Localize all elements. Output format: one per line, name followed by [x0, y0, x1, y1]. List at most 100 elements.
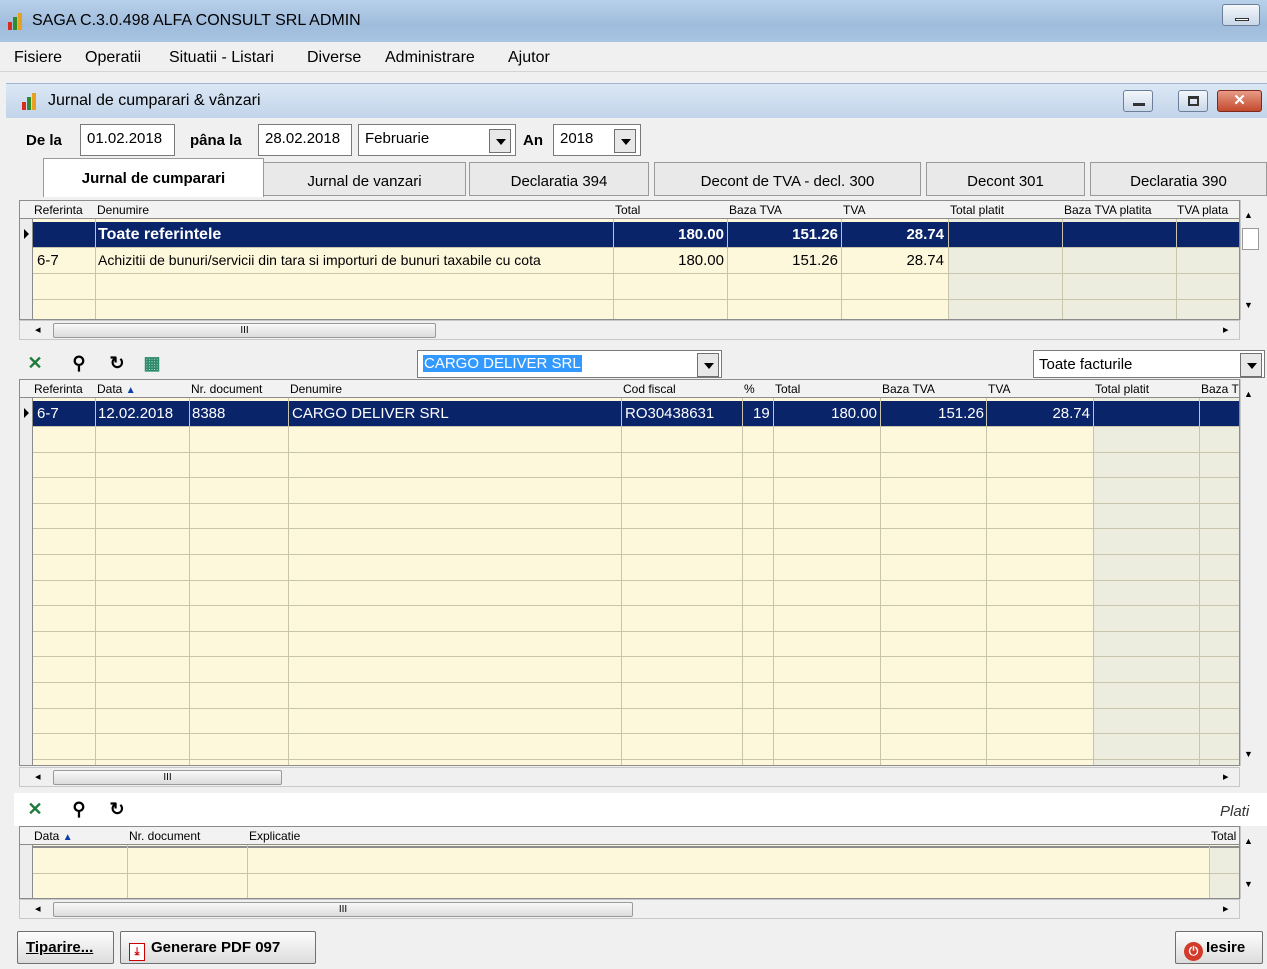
table-row[interactable]: [20, 683, 1239, 709]
binoculars-icon[interactable]: ⚲: [68, 352, 90, 374]
table-row[interactable]: [20, 657, 1239, 683]
menu-bar: Fisiere Operatii Situatii - Listari Dive…: [0, 43, 1267, 72]
table-row[interactable]: [20, 503, 1239, 530]
summary-vertical-scrollbar[interactable]: ▲ ▼: [1240, 200, 1260, 320]
col-denumire[interactable]: Denumire: [97, 203, 149, 217]
tab-declaratia-390[interactable]: Declaratia 390: [1090, 162, 1267, 196]
table-row[interactable]: [20, 734, 1239, 760]
col-total[interactable]: Total: [775, 382, 800, 396]
table-row[interactable]: [20, 848, 1239, 874]
row-ref: 6-7: [37, 252, 59, 269]
scroll-thumb[interactable]: III: [53, 902, 633, 917]
chevron-down-icon[interactable]: [1240, 353, 1262, 377]
col-tva[interactable]: TVA: [843, 203, 865, 217]
chevron-down-icon[interactable]: [614, 129, 636, 153]
tab-jurnal-vanzari[interactable]: Jurnal de vanzari: [263, 162, 466, 196]
tab-decont-301[interactable]: Decont 301: [926, 162, 1085, 196]
excel-export-icon[interactable]: ✕: [24, 352, 46, 374]
tab-jurnal-cumparari[interactable]: Jurnal de cumparari: [43, 158, 264, 197]
chevron-down-icon[interactable]: [489, 129, 511, 153]
col-total-platit[interactable]: Total platit: [950, 203, 1004, 217]
payments-vertical-scrollbar[interactable]: ▲ ▼: [1240, 826, 1260, 899]
binoculars-icon[interactable]: ⚲: [68, 798, 90, 820]
table-row[interactable]: 6-7 Achizitii de bunuri/servicii din tar…: [20, 248, 1239, 274]
table-row[interactable]: 6-7 12.02.2018 8388 CARGO DELIVER SRL RO…: [20, 401, 1239, 427]
row-tva: 28.74: [906, 252, 944, 269]
table-row[interactable]: [20, 555, 1239, 581]
summary-horizontal-scrollbar[interactable]: ◂ III ▸: [19, 320, 1240, 340]
col-procent[interactable]: %: [744, 382, 755, 396]
row-cif: RO30438631: [625, 405, 715, 422]
menu-situatii-listari[interactable]: Situatii - Listari: [169, 49, 274, 67]
col-cod-fiscal[interactable]: Cod fiscal: [623, 382, 676, 396]
col-total[interactable]: Total: [1211, 829, 1236, 843]
col-baza-tva-platita[interactable]: Baza T: [1201, 382, 1239, 396]
payments-toolbar: [14, 793, 1267, 826]
refresh-icon[interactable]: ↻: [106, 798, 128, 820]
table-row[interactable]: [20, 478, 1239, 504]
pdf-icon: ⤓: [129, 943, 145, 961]
summary-grid[interactable]: Referinta Denumire Total Baza TVA TVA To…: [19, 200, 1240, 320]
tab-declaratia-394[interactable]: Declaratia 394: [469, 162, 649, 196]
col-baza-tva-platita[interactable]: Baza TVA platita: [1064, 203, 1152, 217]
table-row[interactable]: [20, 274, 1239, 300]
col-nr-document[interactable]: Nr. document: [191, 382, 262, 396]
partner-select[interactable]: CARGO DELIVER SRL: [417, 350, 722, 378]
col-referinta[interactable]: Referinta: [34, 382, 83, 396]
payments-horizontal-scrollbar[interactable]: ◂ III ▸: [19, 899, 1240, 919]
col-denumire[interactable]: Denumire: [290, 382, 342, 396]
to-date-field[interactable]: 28.02.2018: [258, 124, 352, 156]
chevron-down-icon[interactable]: [697, 353, 719, 377]
menu-fisiere[interactable]: Fisiere: [14, 49, 62, 67]
col-data[interactable]: Data ▲: [97, 382, 136, 396]
year-select[interactable]: 2018: [553, 124, 641, 156]
scroll-thumb[interactable]: III: [53, 770, 282, 785]
scroll-thumb[interactable]: III: [53, 323, 436, 338]
row-tva: 28.74: [1052, 405, 1090, 422]
month-select[interactable]: Februarie: [358, 124, 516, 156]
table-row[interactable]: [20, 606, 1239, 632]
payments-grid[interactable]: Data ▲ Nr. document Explicatie Total: [19, 826, 1240, 899]
detail-vertical-scrollbar[interactable]: ▲ ▼: [1240, 379, 1260, 766]
to-label: pâna la: [190, 132, 242, 149]
col-baza-tva[interactable]: Baza TVA: [729, 203, 782, 217]
col-baza-tva[interactable]: Baza TVA: [882, 382, 935, 396]
table-row[interactable]: [20, 631, 1239, 658]
minimize-app-button[interactable]: [1222, 4, 1260, 26]
col-total-platit[interactable]: Total platit: [1095, 382, 1149, 396]
table-row[interactable]: Toate referintele 180.00 151.26 28.74: [20, 222, 1239, 248]
table-row[interactable]: [20, 427, 1239, 453]
invoice-filter-select[interactable]: Toate facturile: [1033, 350, 1265, 378]
menu-administrare[interactable]: Administrare: [385, 49, 475, 67]
generate-pdf-button[interactable]: ⤓ Generare PDF 097: [120, 931, 316, 964]
from-date-field[interactable]: 01.02.2018: [80, 124, 175, 156]
menu-ajutor[interactable]: Ajutor: [508, 49, 550, 67]
table-row[interactable]: [20, 708, 1239, 735]
col-nr-document[interactable]: Nr. document: [129, 829, 200, 843]
col-data[interactable]: Data ▲: [34, 829, 73, 843]
table-row[interactable]: [20, 529, 1239, 555]
close-icon[interactable]: ✕: [1217, 90, 1262, 112]
col-tva[interactable]: TVA: [988, 382, 1010, 396]
tab-decont-tva-300[interactable]: Decont de TVA - decl. 300: [654, 162, 921, 196]
restore-icon[interactable]: [1178, 90, 1208, 112]
col-referinta[interactable]: Referinta: [34, 203, 83, 217]
app-titlebar: SAGA C.3.0.498 ALFA CONSULT SRL ADMIN: [0, 0, 1267, 42]
col-total[interactable]: Total: [615, 203, 640, 217]
row-total: 180.00: [831, 405, 877, 422]
table-row[interactable]: [20, 580, 1239, 607]
table-row[interactable]: [20, 452, 1239, 479]
print-button[interactable]: Tiparire...: [17, 931, 114, 964]
col-explicatie[interactable]: Explicatie: [249, 829, 300, 843]
excel-export-icon[interactable]: ✕: [24, 798, 46, 820]
table-row[interactable]: [20, 759, 1239, 765]
exit-button[interactable]: ⏻ Iesire: [1175, 931, 1263, 964]
calculator-icon[interactable]: ▦: [141, 352, 163, 374]
menu-diverse[interactable]: Diverse: [307, 49, 361, 67]
detail-grid[interactable]: Referinta Data ▲ Nr. document Denumire C…: [19, 379, 1240, 766]
detail-horizontal-scrollbar[interactable]: ◂ III ▸: [19, 767, 1240, 787]
refresh-icon[interactable]: ↻: [106, 352, 128, 374]
col-tva-plata[interactable]: TVA plata: [1177, 203, 1228, 217]
menu-operatii[interactable]: Operatii: [85, 49, 141, 67]
minimize-icon[interactable]: [1123, 90, 1153, 112]
